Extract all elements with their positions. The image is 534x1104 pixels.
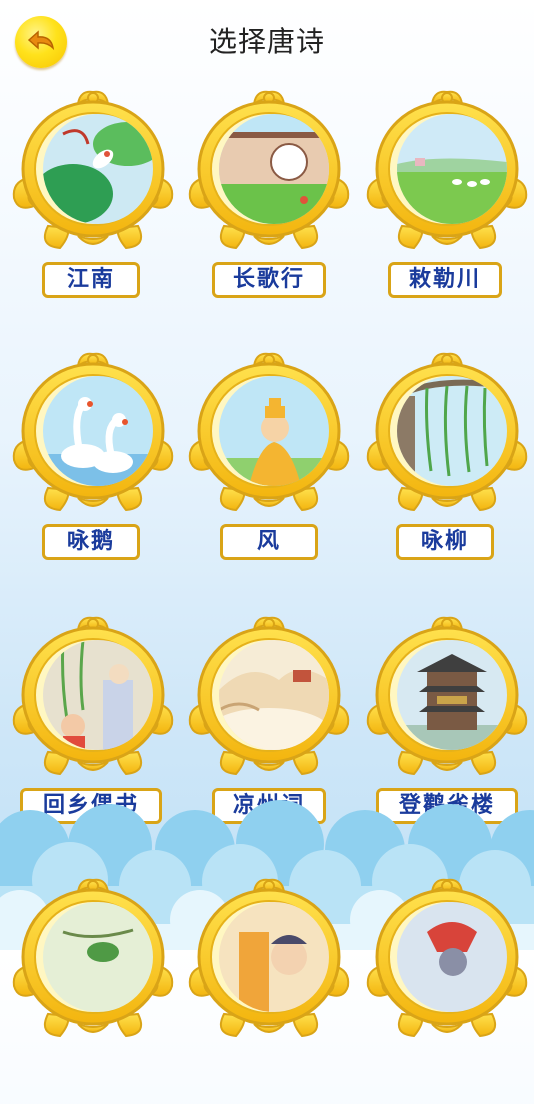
poem-card-chilechuan[interactable]: 敕勒川: [362, 86, 532, 316]
poem-illustration: [397, 902, 507, 1012]
poem-illustration: [219, 640, 329, 750]
poem-illustration: [397, 376, 507, 486]
poem-card-feng[interactable]: 风: [184, 348, 354, 578]
poem-illustration: [219, 376, 329, 486]
poem-title-label[interactable]: 江南: [42, 262, 140, 298]
poem-title-label[interactable]: 长歌行: [212, 262, 326, 298]
poem-illustration: [43, 640, 153, 750]
poem-illustration: [397, 640, 507, 750]
poem-title-label[interactable]: 咏柳: [396, 524, 494, 560]
poem-illustration: [43, 902, 153, 1012]
poem-card-partial[interactable]: [8, 874, 178, 1104]
poem-illustration: [43, 376, 153, 486]
poem-illustration: [219, 902, 329, 1012]
poem-title-label[interactable]: 风: [220, 524, 318, 560]
page-title: 选择唐诗: [208, 25, 325, 58]
poem-card-partial[interactable]: [362, 874, 532, 1104]
poem-card-yonge[interactable]: 咏鹅: [8, 348, 178, 578]
poem-title-label[interactable]: 咏鹅: [42, 524, 140, 560]
header-bar: 选择唐诗: [0, 0, 534, 80]
poem-illustration: [43, 114, 153, 224]
poem-title-label[interactable]: 敕勒川: [388, 262, 502, 298]
poem-card-jiangnan[interactable]: 江南: [8, 86, 178, 316]
poem-illustration: [219, 114, 329, 224]
poem-card-partial[interactable]: [184, 874, 354, 1104]
poem-illustration: [397, 114, 507, 224]
poem-card-yongliu[interactable]: 咏柳: [362, 348, 532, 578]
poem-card-changgexing[interactable]: 长歌行: [184, 86, 354, 316]
